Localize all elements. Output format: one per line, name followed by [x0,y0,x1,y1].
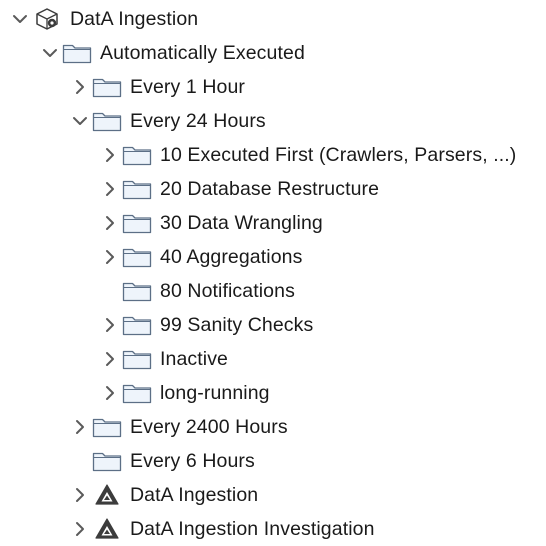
tree-node-label: 10 Executed First (Crawlers, Parsers, ..… [160,144,517,166]
chevron-down-icon[interactable] [10,9,30,29]
tree-node-label: 40 Aggregations [160,246,303,268]
tree-node-label: 99 Sanity Checks [160,314,314,336]
folder-icon [62,41,92,65]
project-tree: DatA Ingestion Automatically Executed Ever… [0,2,546,546]
chevron-right-icon[interactable] [100,247,120,267]
linked-project-icon [92,517,122,541]
project-icon [32,7,62,31]
tree-node-label: long-running [160,382,270,404]
tree-node[interactable]: Automatically Executed [0,36,546,70]
tree-node[interactable]: 20 Database Restructure [0,172,546,206]
folder-icon [122,177,152,201]
folder-icon [122,279,152,303]
folder-icon [92,75,122,99]
chevron-down-icon[interactable] [40,43,60,63]
chevron-right-icon[interactable] [100,145,120,165]
tree-node-label: DatA Ingestion [70,8,199,30]
chevron-right-icon[interactable] [70,519,90,539]
folder-icon [122,347,152,371]
tree-node[interactable]: 30 Data Wrangling [0,206,546,240]
folder-icon [92,449,122,473]
tree-node[interactable]: Every 1 Hour [0,70,546,104]
folder-icon [122,143,152,167]
tree-node[interactable]: 10 Executed First (Crawlers, Parsers, ..… [0,138,546,172]
tree-node-label: DatA Ingestion Investigation [130,518,375,540]
chevron-right-icon[interactable] [70,77,90,97]
tree-node-label: Every 1 Hour [130,76,245,98]
folder-icon [122,381,152,405]
tree-node[interactable]: DatA Ingestion [0,478,546,512]
chevron-right-icon[interactable] [70,485,90,505]
chevron-right-icon[interactable] [100,315,120,335]
tree-node-label: Automatically Executed [100,42,305,64]
tree-node[interactable]: 80 Notifications [0,274,546,308]
tree-node[interactable]: Every 6 Hours [0,444,546,478]
tree-node[interactable]: Every 2400 Hours [0,410,546,444]
tree-node-label: Every 6 Hours [130,450,255,472]
tree-node-label: DatA Ingestion [130,484,259,506]
chevron-right-icon[interactable] [70,417,90,437]
folder-icon [92,415,122,439]
folder-icon [122,313,152,337]
tree-node[interactable]: 40 Aggregations [0,240,546,274]
chevron-right-icon[interactable] [100,349,120,369]
tree-node-label: Every 2400 Hours [130,416,288,438]
chevron-right-icon[interactable] [100,213,120,233]
linked-project-icon [92,483,122,507]
tree-node-label: Inactive [160,348,229,370]
tree-node-label: 30 Data Wrangling [160,212,323,234]
tree-node-label: 20 Database Restructure [160,178,380,200]
tree-node[interactable]: long-running [0,376,546,410]
tree-node[interactable]: Inactive [0,342,546,376]
chevron-right-icon[interactable] [100,179,120,199]
tree-node[interactable]: Every 24 Hours [0,104,546,138]
folder-icon [122,211,152,235]
tree-node[interactable]: DatA Ingestion [0,2,546,36]
chevron-right-icon[interactable] [100,383,120,403]
chevron-down-icon[interactable] [70,111,90,131]
tree-node[interactable]: 99 Sanity Checks [0,308,546,342]
tree-node-label: 80 Notifications [160,280,295,302]
folder-icon [92,109,122,133]
folder-icon [122,245,152,269]
tree-node-label: Every 24 Hours [130,110,266,132]
tree-node[interactable]: DatA Ingestion Investigation [0,512,546,546]
